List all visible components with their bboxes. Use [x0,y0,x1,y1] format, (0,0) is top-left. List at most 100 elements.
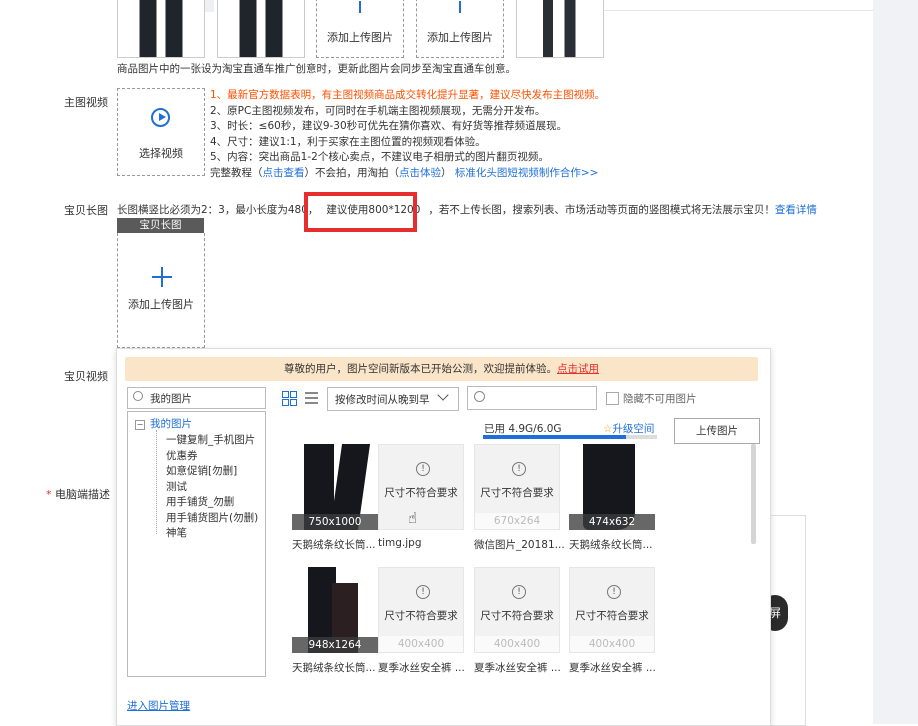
chevron-down-icon [437,389,449,401]
video-note-4: 4、尺寸：建议1:1，利于买家在主图位置的视频观看体验。 [210,135,486,148]
main-video-label: 主图视频 [64,96,108,109]
add-image-slot-1[interactable]: 添加上传图片 [316,0,404,58]
notice-text: 尊敬的用户，图片空间新版本已开始公测，欢迎提前体验。 [284,363,557,375]
grid-view-icon[interactable] [282,391,297,406]
video-tutorial-line: 完整教程（点击查看）不会拍，用淘拍（点击体验） 标准化头图短视频制作合作>> [210,166,605,182]
tree-search-text: 我的图片 [150,393,192,405]
image-thumb: ! 尺寸不符合要求 670x264 [474,444,560,530]
image-size: 948x1264 [292,637,378,653]
list-view-icon[interactable] [305,392,318,404]
image-thumb: ! 尺寸不符合要求 [378,444,464,530]
pc-desc-label: * 电脑端描述 [46,486,110,502]
image-size: 670x264 [475,513,559,529]
upgrade-space-link[interactable]: ☆升级空间 [603,421,654,436]
main-image-note: 商品图片中的一张设为淘宝直通车推广创意时，更新此图片会同步至淘宝直通车创意。 [117,63,516,75]
image-caption: 夏季冰丝安全裤 ... [569,662,656,674]
image-thumb: ! 尺寸不符合要求 400x400 [474,567,560,653]
manage-images-link[interactable]: 进入图片管理 [127,698,190,713]
image-caption: timg.jpg [378,537,422,549]
storage-bar [483,435,657,439]
star-icon: ☆ [603,423,613,435]
right-gutter [873,0,918,724]
image-status: 尺寸不符合要求 [575,610,649,622]
tree-root-my-images[interactable]: 我的图片 [150,416,192,431]
add-image-label: 添加上传图片 [327,31,393,44]
hand-cursor-icon: ☝ [408,509,418,527]
taopai-link[interactable]: 点击体验 [399,167,441,179]
image-status: 尺寸不符合要求 [480,487,554,499]
sort-select[interactable]: 按修改时间从晚到早 [327,387,459,411]
main-image-thumb-2[interactable] [217,0,305,58]
storage-used-text: 已用 4.9G/6.0G [484,423,562,435]
tree-folder[interactable]: 优惠券 [166,448,198,463]
pc-desc-text: 电脑端描述 [55,488,110,501]
tree-folder[interactable]: 一键复制_手机图片 [166,432,255,447]
standard-video-link[interactable]: 标准化头图短视频制作合作>> [455,167,599,179]
hide-unusable-label: 隐藏不可用图片 [623,393,697,405]
image-size: 400x400 [570,636,654,652]
warning-icon: ! [512,585,526,599]
image-thumb: ! 尺寸不符合要求 400x400 [378,567,464,653]
add-image-slot-2[interactable]: 添加上传图片 [416,0,504,58]
image-caption: 夏季冰丝安全裤 ... [378,662,465,674]
plus-icon [359,1,361,13]
upload-image-button[interactable]: 上传图片 [674,418,760,444]
collapse-icon[interactable]: − [135,420,145,430]
hide-unusable-checkbox[interactable] [606,392,619,405]
image-size: 750x1000 [292,514,378,530]
image-status: 尺寸不符合要求 [384,610,458,622]
tree-folder[interactable]: 测试 [166,479,187,494]
grid-scrollbar[interactable] [751,444,756,544]
tree-folder[interactable]: 神笔 [166,525,187,540]
select-video-label: 选择视频 [139,147,183,160]
warning-icon: ! [512,462,526,476]
long-image-upload-slot[interactable]: 添加上传图片 [117,233,205,348]
select-video-button[interactable]: 选择视频 [117,88,205,176]
main-image-thumb-1[interactable] [117,0,205,58]
long-image-desc: 长图横竖比必须为2：3，最小长度为480， 建议使用800*1200 ，若不上传长图… [117,202,817,217]
search-icon [474,391,485,402]
upgrade-space-text: 升级空间 [612,423,655,435]
video-note-1: 1、最新官方数据表明，有主图视频商品成交转化提升显著，建议尽快发布主图视频。 [210,89,606,101]
required-mark: * [46,488,52,501]
image-status: 尺寸不符合要求 [480,610,554,622]
storage-bar-fill [483,435,626,439]
image-caption: 天鹅绒条纹长筒... [292,539,376,551]
video-note-2: 2、原PC主图视频发布，可同时在手机端主图视频展现，无需分开发布。 [210,104,546,117]
search-icon [133,391,143,401]
tree-folder[interactable]: 如意促销[勿删] [166,463,237,478]
image-search-input[interactable] [467,386,597,410]
tutorial-link[interactable]: 点击查看 [263,167,305,179]
image-size: 400x400 [475,636,559,652]
play-icon [151,108,170,127]
image-caption: 天鹅绒条纹长筒... [292,662,376,674]
long-image-header: 宝贝长图 [117,218,204,233]
video-note-3: 3、时长：≤60秒，建议9-30秒可优先在猜你喜欢、有好货等推荐频道展现。 [210,120,568,132]
main-image-thumb-3[interactable] [516,0,604,58]
image-thumb: 474x632 [569,444,655,530]
warning-icon: ! [416,585,430,599]
long-image-desc-after: ，若不上传长图，搜索列表、市场活动等页面的竖图模式将无法展示宝贝！ [428,204,775,216]
long-image-desc-before: 长图横竖比必须为2：3，最小长度为480， [117,204,319,216]
picker-notice: 尊敬的用户，图片空间新版本已开始公测，欢迎提前体验。点击试用 [125,357,758,381]
long-image-label: 宝贝长图 [64,204,108,217]
long-image-detail-link[interactable]: 查看详情 [775,204,817,216]
try-new-version-link[interactable]: 点击试用 [557,363,599,375]
image-caption: 夏季冰丝安全裤 ... [474,662,561,674]
tree-folder[interactable]: 用手铺货_勿删 [166,494,234,509]
add-long-image-label: 添加上传图片 [128,298,194,311]
warning-icon: ! [607,585,621,599]
image-thumb: 948x1264 [292,567,378,653]
image-thumb: 750x1000 [292,444,378,530]
tree-folder[interactable]: 用手铺货图片(勿删) [166,510,258,525]
folder-tree: − 我的图片 一键复制_手机图片 优惠券 如意促销[勿删] 测试 用手铺货_勿删… [127,411,266,677]
image-caption: 天鹅绒条纹长筒... [569,539,653,551]
image-status: 尺寸不符合要求 [384,487,458,499]
tree-search-input[interactable]: 我的图片 [127,387,266,409]
tutorial-mid: ）不会拍，用淘拍（ [304,166,400,179]
image-grid: 750x1000 天鹅绒条纹长筒... ! 尺寸不符合要求 timg.jpg ☝… [282,444,756,674]
plus-icon [459,1,461,13]
add-image-label: 添加上传图片 [427,31,493,44]
video-notes: 1、最新官方数据表明，有主图视频商品成交转化提升显著，建议尽快发布主图视频。 2… [210,88,605,181]
tutorial-prefix: 完整教程（ [210,166,263,179]
